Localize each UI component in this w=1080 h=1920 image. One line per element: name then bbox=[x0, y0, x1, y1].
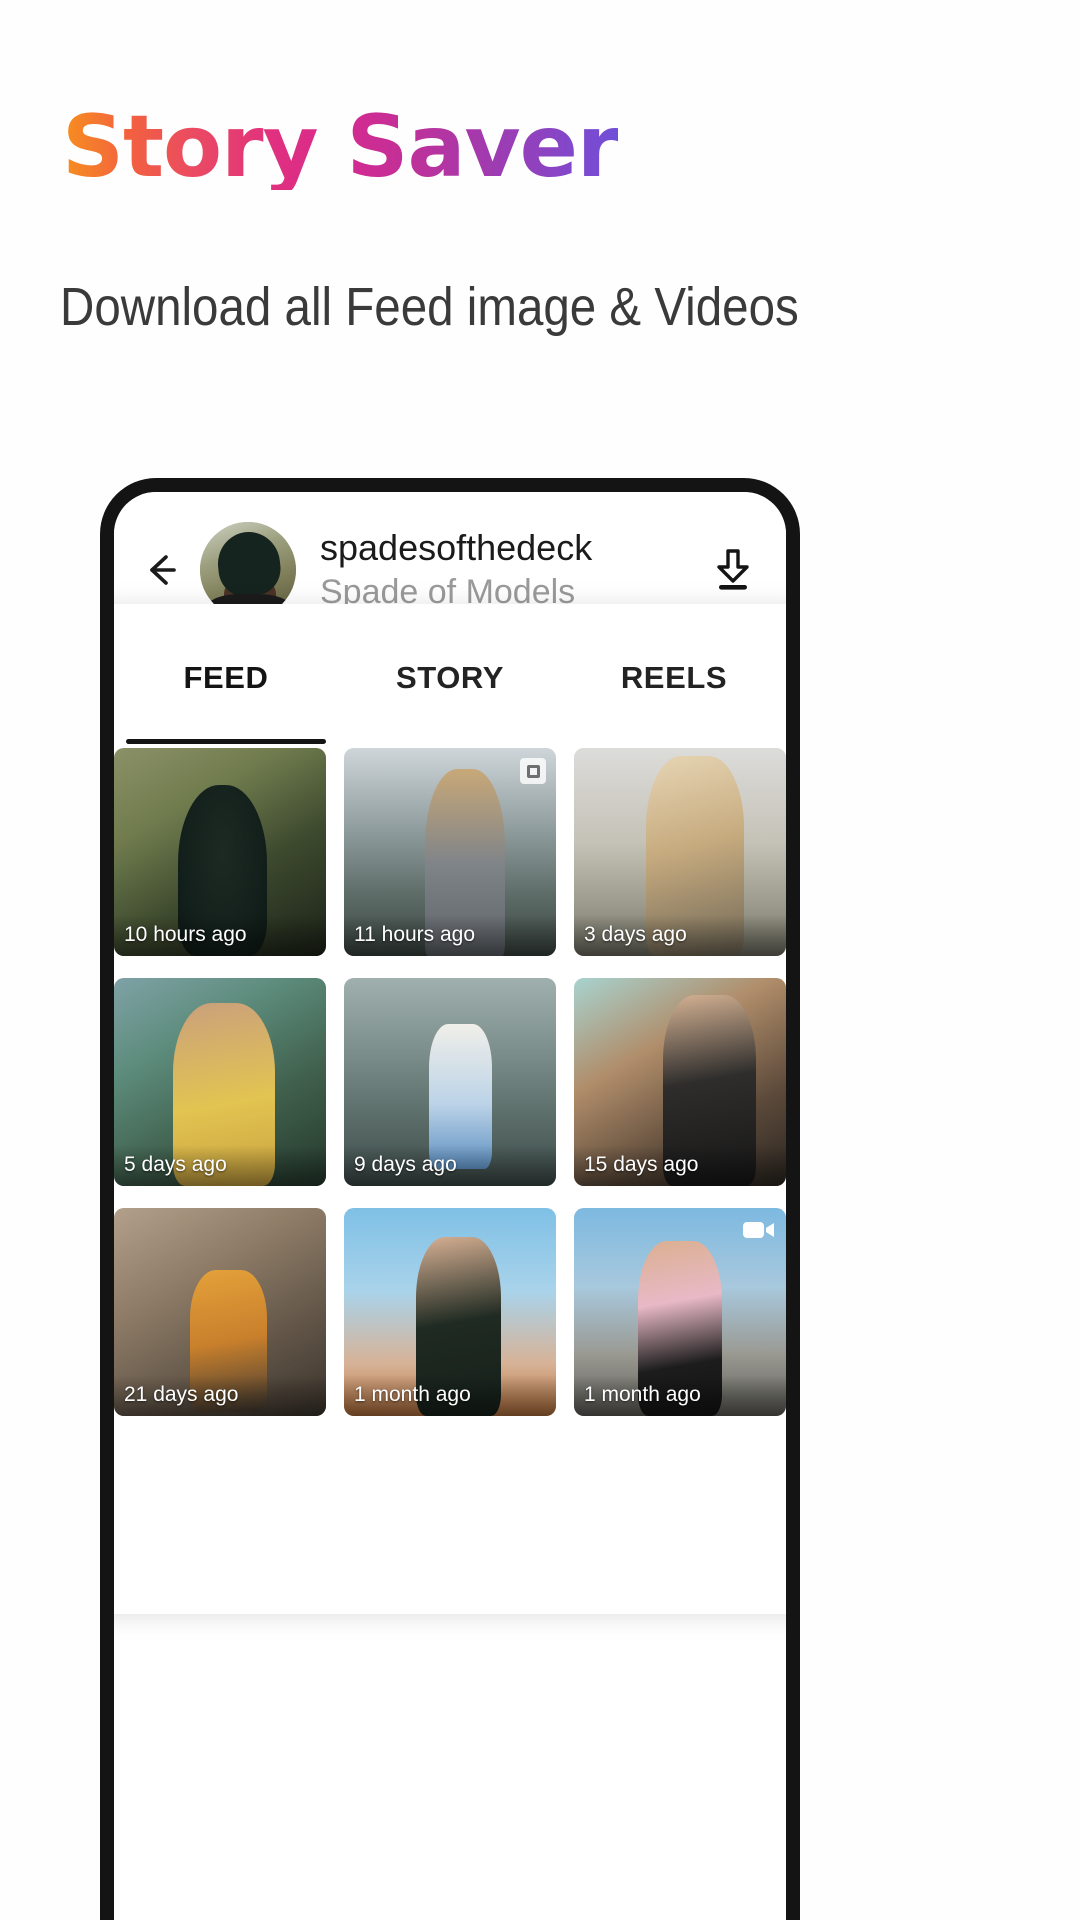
tab-bar: FEED STORY REELS bbox=[114, 632, 786, 744]
media-tile[interactable]: 5 days ago bbox=[114, 978, 326, 1186]
media-timestamp: 9 days ago bbox=[344, 1145, 556, 1186]
download-icon[interactable] bbox=[706, 543, 760, 597]
video-camera-icon bbox=[742, 1218, 776, 1242]
media-tile[interactable]: 3 days ago bbox=[574, 748, 786, 956]
media-tile[interactable]: 21 days ago bbox=[114, 1208, 326, 1416]
media-timestamp: 1 month ago bbox=[344, 1375, 556, 1416]
media-tile[interactable]: 10 hours ago bbox=[114, 748, 326, 956]
promo-screenshot: Story Saver Download all Feed image & Vi… bbox=[0, 0, 1080, 1920]
tab-reels-label: REELS bbox=[620, 660, 728, 695]
media-timestamp: 10 hours ago bbox=[114, 915, 326, 956]
media-tile[interactable]: 1 month ago bbox=[344, 1208, 556, 1416]
account-titles: spadesofthedeck Spade of Models bbox=[320, 527, 696, 612]
account-username: spadesofthedeck bbox=[320, 527, 593, 569]
media-tile[interactable]: 15 days ago bbox=[574, 978, 786, 1186]
page-subtitle: Download all Feed image & Videos bbox=[60, 277, 799, 337]
media-timestamp: 15 days ago bbox=[574, 1145, 786, 1186]
media-tile[interactable]: 11 hours ago bbox=[344, 748, 556, 956]
tab-story[interactable]: STORY bbox=[338, 632, 562, 744]
tab-active-indicator bbox=[126, 739, 326, 744]
page-title: Story Saver bbox=[62, 97, 619, 197]
tab-reels[interactable]: REELS bbox=[562, 632, 786, 744]
phone-mockup: spadesofthedeck Spade of Models FEED STO… bbox=[100, 478, 800, 1920]
multi-photo-icon bbox=[520, 758, 546, 784]
tab-story-label: STORY bbox=[395, 660, 505, 695]
media-timestamp: 11 hours ago bbox=[344, 915, 556, 956]
content-card: FEED STORY REELS 10 hours ago 11 hours a… bbox=[114, 604, 786, 1614]
arrow-left-icon[interactable] bbox=[138, 547, 184, 593]
media-timestamp: 5 days ago bbox=[114, 1145, 326, 1186]
tab-feed[interactable]: FEED bbox=[114, 632, 338, 744]
media-timestamp: 1 month ago bbox=[574, 1375, 786, 1416]
media-grid: 10 hours ago 11 hours ago 3 days ago 5 d… bbox=[114, 748, 786, 1416]
tab-feed-label: FEED bbox=[183, 660, 269, 695]
media-tile[interactable]: 9 days ago bbox=[344, 978, 556, 1186]
media-timestamp: 3 days ago bbox=[574, 915, 786, 956]
media-tile[interactable]: 1 month ago bbox=[574, 1208, 786, 1416]
media-timestamp: 21 days ago bbox=[114, 1375, 326, 1416]
